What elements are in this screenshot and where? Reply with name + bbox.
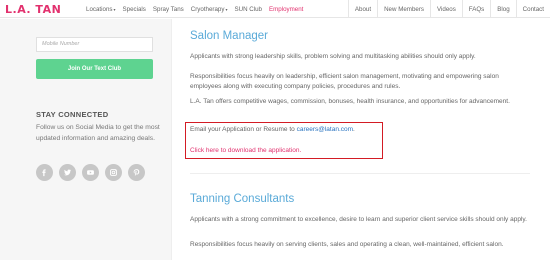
salon-manager-title: Salon Manager [190, 30, 268, 42]
sidebar-divider [171, 19, 172, 260]
stay-connected-text: Follow us on Social Media to get the mos… [36, 124, 160, 142]
email-prefix: Email your Application or Resume to [190, 126, 297, 133]
nav-item-new-members[interactable]: New Members [377, 0, 430, 18]
salon-manager-benefits: L.A. Tan offers competitive wages, commi… [190, 98, 510, 105]
salon-manager-responsibilities: Responsibilities focus heavily on leader… [190, 73, 499, 90]
youtube-icon[interactable] [82, 164, 99, 181]
nav-item-spray-tans[interactable]: Spray Tans [153, 6, 184, 13]
nav-item-sun-club[interactable]: SUN Club [234, 6, 262, 13]
nav-item-videos[interactable]: Videos [429, 0, 462, 18]
instagram-icon[interactable] [105, 164, 122, 181]
tanning-consultants-requirements: Applicants with a strong commitment to e… [190, 216, 527, 223]
nav-label: Employment [268, 5, 304, 13]
twitter-icon[interactable] [59, 164, 76, 181]
nav-label: Locations [86, 5, 113, 13]
facebook-icon[interactable] [36, 164, 53, 181]
pinterest-icon[interactable] [128, 164, 145, 181]
stay-connected-heading: STAY CONNECTED [36, 110, 109, 119]
nav-label: Specials [122, 5, 146, 13]
nav-item-about[interactable]: About [347, 0, 377, 18]
email-application-line: Email your Application or Resume to care… [190, 126, 355, 133]
careers-email-link[interactable]: careers@latan.com [297, 126, 353, 133]
caret-down-icon: ▾ [225, 6, 228, 12]
join-text-club-button[interactable]: Join Our Text Club [36, 59, 153, 79]
nav-item-locations[interactable]: Locations▾ [86, 6, 116, 13]
tanning-consultants-responsibilities: Responsibilities focus heavily on servin… [190, 241, 504, 248]
social-links [36, 164, 151, 181]
secondary-nav: About New Members Videos FAQs Blog Conta… [347, 0, 550, 18]
tanning-consultants-title: Tanning Consultants [190, 193, 295, 205]
nav-item-specials[interactable]: Specials [123, 6, 146, 13]
section-divider [190, 173, 530, 174]
nav-label: SUN Club [234, 5, 262, 13]
nav-item-faqs[interactable]: FAQs [461, 0, 490, 18]
caret-down-icon: ▾ [113, 6, 116, 12]
latan-logo[interactable]: L.A. TAN [5, 3, 61, 16]
download-application-link[interactable]: Click here to download the application. [190, 147, 301, 154]
email-suffix: . [353, 126, 355, 133]
salon-manager-requirements: Applicants with strong leadership skills… [190, 53, 476, 60]
primary-nav: Locations▾ Specials Spray Tans Cryothera… [86, 0, 310, 18]
nav-item-employment[interactable]: Employment [269, 6, 303, 13]
mobile-number-input[interactable]: Mobile Number [36, 37, 153, 52]
nav-item-blog[interactable]: Blog [490, 0, 515, 18]
nav-item-cryotherapy[interactable]: Cryotherapy▾ [191, 6, 228, 13]
top-header: L.A. TAN Locations▾ Specials Spray Tans … [0, 0, 550, 18]
nav-label: Spray Tans [152, 5, 184, 13]
nav-item-contact[interactable]: Contact [515, 0, 550, 18]
nav-label: Cryotherapy [190, 5, 225, 13]
